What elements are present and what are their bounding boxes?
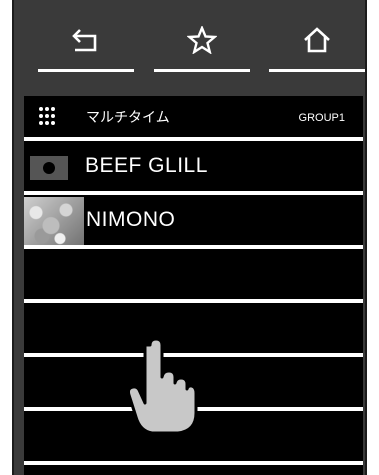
list-item[interactable]: BEEF GLILL [24, 143, 363, 195]
group-label: GROUP1 [298, 112, 345, 124]
list-item[interactable] [24, 305, 363, 357]
list-title: マルチタイム [86, 110, 170, 126]
list-item[interactable] [24, 413, 363, 465]
list-item-label: BEEF GLILL [85, 154, 208, 177]
list-header: マルチタイム GROUP1 [24, 96, 363, 141]
back-button[interactable] [38, 26, 134, 72]
favorite-button[interactable] [154, 26, 250, 72]
camera-icon [30, 156, 68, 180]
list-screen: マルチタイム GROUP1 BEEF GLILL NIMONO [24, 96, 363, 475]
grid-icon [39, 107, 55, 125]
list-item[interactable] [24, 359, 363, 411]
list-item[interactable]: NIMONO [24, 197, 363, 249]
back-arrow-icon [72, 29, 97, 52]
food-thumbnail [24, 197, 84, 249]
list-item-label: NIMONO [86, 208, 176, 231]
home-icon [304, 27, 330, 53]
list-item[interactable] [24, 251, 363, 303]
home-button[interactable] [269, 26, 365, 72]
star-icon [187, 26, 217, 54]
